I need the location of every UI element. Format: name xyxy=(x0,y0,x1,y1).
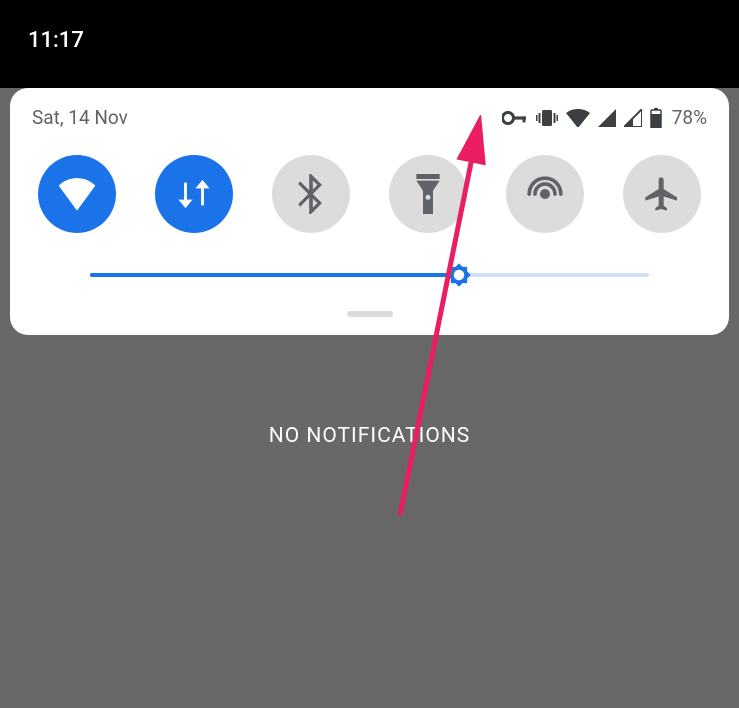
no-notifications-label: NO NOTIFICATIONS xyxy=(0,424,739,448)
hotspot-icon xyxy=(525,174,565,214)
quick-tiles-row xyxy=(10,143,729,253)
status-icons-row: 78% xyxy=(502,106,707,129)
status-time: 11:17 xyxy=(28,28,84,53)
date-label[interactable]: Sat, 14 Nov xyxy=(32,106,128,129)
slider-track xyxy=(90,273,649,277)
brightness-slider[interactable] xyxy=(10,253,729,283)
bluetooth-icon xyxy=(297,174,325,214)
slider-fill xyxy=(90,273,459,277)
airplane-mode-tile[interactable] xyxy=(623,155,701,233)
wifi-icon xyxy=(57,177,97,211)
flashlight-tile[interactable] xyxy=(389,155,467,233)
airplane-icon xyxy=(642,174,682,214)
panel-header: Sat, 14 Nov 78% xyxy=(10,88,729,143)
mobile-data-tile[interactable] xyxy=(155,155,233,233)
vibrate-icon xyxy=(536,109,558,127)
vpn-key-icon xyxy=(502,111,528,125)
battery-icon xyxy=(650,108,662,128)
cellular-signal-1-icon xyxy=(598,109,616,127)
wifi-tile[interactable] xyxy=(38,155,116,233)
bluetooth-tile[interactable] xyxy=(272,155,350,233)
data-arrows-icon xyxy=(177,177,211,211)
hotspot-tile[interactable] xyxy=(506,155,584,233)
drag-handle[interactable] xyxy=(347,311,393,317)
quick-settings-panel: Sat, 14 Nov 78% xyxy=(10,88,729,335)
flashlight-icon xyxy=(416,174,440,214)
brightness-thumb-icon[interactable] xyxy=(445,261,473,289)
cellular-signal-2-icon xyxy=(624,109,642,127)
wifi-signal-icon xyxy=(566,109,590,127)
battery-percent-label: 78% xyxy=(672,106,707,129)
